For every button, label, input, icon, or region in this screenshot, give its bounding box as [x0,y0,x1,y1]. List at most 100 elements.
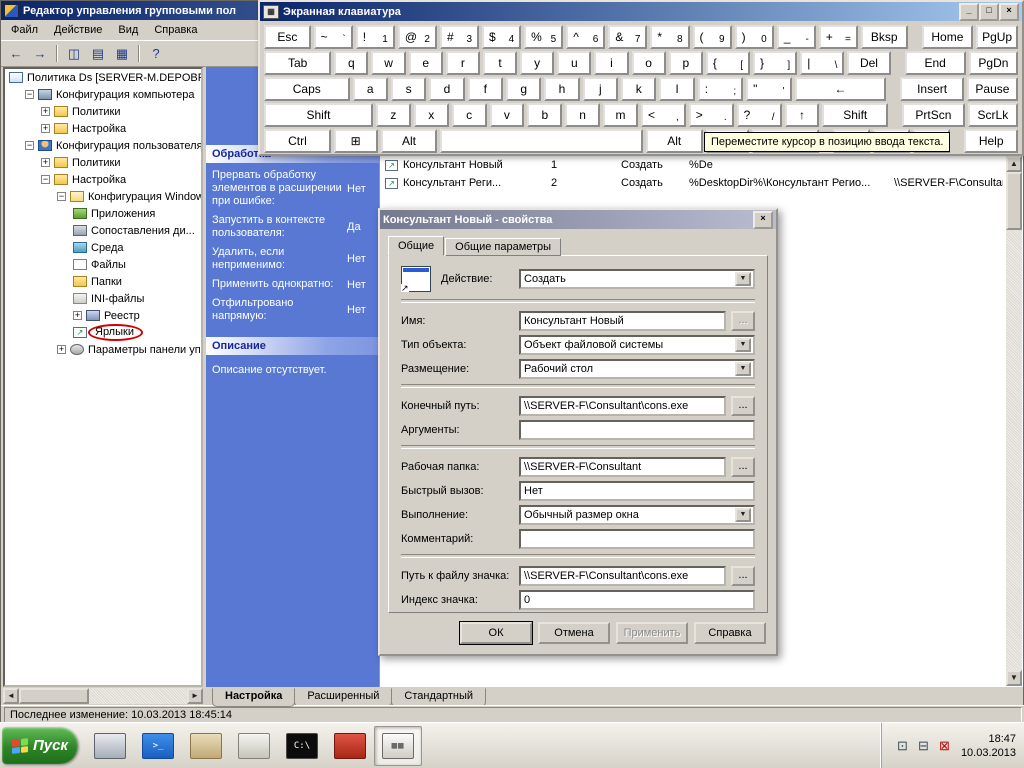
key-semicolon[interactable]: :; [698,77,743,101]
arguments-field[interactable] [519,420,755,440]
key-g[interactable]: g [506,77,541,101]
key-comma[interactable]: <, [641,103,686,127]
scrollbar-track[interactable] [1006,172,1022,670]
key-q[interactable]: q [334,51,368,75]
tree-item[interactable]: Сопоставления ди... [5,222,201,239]
key-x[interactable]: x [414,103,449,127]
tab-general-params[interactable]: Общие параметры [445,238,561,256]
key-s[interactable]: s [391,77,426,101]
key-4[interactable]: $4 [482,25,521,49]
key-backquote[interactable]: ~` [314,25,353,49]
scroll-down-button[interactable]: ▼ [1006,670,1022,686]
back-icon[interactable]: ← [5,44,27,64]
browse-button[interactable]: ... [731,566,755,586]
network-disconnected-icon[interactable]: ⊠ [936,738,953,754]
minimize-button[interactable]: _ [959,3,979,21]
keyboard-title-bar[interactable]: ▦ Экранная клавиатура _□× [260,2,1022,21]
tree-item[interactable]: −Конфигурация компьютера [5,86,201,103]
scroll-up-button[interactable]: ▲ [1006,156,1022,172]
powershell-icon[interactable]: >_ [134,726,182,766]
key-bracket-left[interactable]: {[ [706,51,750,75]
key-bracket-right[interactable]: }] [753,51,797,75]
target-path-field[interactable]: \\SERVER-F\Consultant\cons.exe [519,396,726,416]
key-y[interactable]: y [520,51,554,75]
comment-field[interactable] [519,529,755,549]
dropdown-arrow-icon[interactable]: ▼ [735,362,751,376]
collapse-icon[interactable]: − [25,141,34,150]
list-item[interactable]: ↗Консультант Новый1Создать%De [385,157,1003,173]
start-button[interactable]: Пуск [2,727,78,764]
location-field[interactable]: Рабочий стол▼ [519,359,755,379]
key-c[interactable]: c [452,103,487,127]
command-prompt-icon[interactable]: C:\ [278,726,326,766]
tree-item[interactable]: Приложения [5,205,201,222]
ok-button[interactable]: ОК [460,622,532,644]
apply-button[interactable]: Применить [616,622,688,644]
key-e[interactable]: e [409,51,443,75]
tree-scrollbar[interactable]: ◄ ► [3,688,203,704]
tree-item[interactable]: Среда [5,239,201,256]
my-computer-icon[interactable] [86,726,134,766]
key-5[interactable]: %5 [524,25,563,49]
list-scrollbar[interactable]: ▲ ▼ [1006,156,1022,686]
dropdown-arrow-icon[interactable]: ▼ [735,338,751,352]
close-button[interactable]: × [999,3,1019,21]
key-help[interactable]: Help [964,129,1018,153]
key-minus[interactable]: _- [777,25,816,49]
key-enter[interactable]: ← [795,77,887,101]
key-o[interactable]: o [632,51,666,75]
key-shift-right[interactable]: Shift [822,103,888,127]
key-arrow-up[interactable]: ↑ [785,103,820,127]
dropdown-arrow-icon[interactable]: ▼ [735,508,751,522]
expand-icon[interactable]: + [41,107,50,116]
tree-item[interactable]: −Настройка [5,171,201,188]
key-win[interactable]: ⊞ [334,129,378,153]
on-screen-keyboard-icon[interactable]: ▦▦ [374,726,422,766]
tree-item[interactable]: Папки [5,273,201,290]
key-w[interactable]: w [371,51,405,75]
icon-index-field[interactable]: 0 [519,590,755,610]
key-insert[interactable]: Insert [900,77,964,101]
action-field[interactable]: Создать▼ [519,269,755,289]
key-n[interactable]: n [565,103,600,127]
browse-button[interactable]: ... [731,396,755,416]
key-l[interactable]: l [659,77,694,101]
key-v[interactable]: v [490,103,525,127]
key-home[interactable]: Home [922,25,974,49]
key-2[interactable]: @2 [398,25,437,49]
browse-button[interactable]: ... [731,457,755,477]
expand-icon[interactable]: + [73,311,82,320]
name-field[interactable]: Консультант Новый [519,311,726,331]
tab-general[interactable]: Общие [388,236,444,256]
key-tab[interactable]: Tab [264,51,331,75]
menu-item[interactable]: Файл [3,21,46,39]
dropdown-arrow-icon[interactable]: ▼ [735,272,751,286]
key-period[interactable]: >. [689,103,734,127]
key-r[interactable]: r [446,51,480,75]
key-slash[interactable]: ?/ [737,103,782,127]
help-button[interactable]: Справка [694,622,766,644]
tree-item[interactable]: +Настройка [5,120,201,137]
tree-item[interactable]: +Политики [5,103,201,120]
tree-item[interactable]: Файлы [5,256,201,273]
expand-icon[interactable]: + [57,345,66,354]
tree-item[interactable]: ↗Ярлыки [5,324,201,341]
expand-icon[interactable]: + [41,158,50,167]
tree-scrollbar-track[interactable] [19,688,187,704]
key-9[interactable]: (9 [693,25,732,49]
key-1[interactable]: !1 [356,25,395,49]
tree-item[interactable]: +Параметры панели уп... [5,341,201,358]
key-z[interactable]: z [376,103,411,127]
run-mode-field[interactable]: Обычный размер окна▼ [519,505,755,525]
expand-icon[interactable]: + [41,124,50,133]
forward-icon[interactable]: → [29,44,51,64]
key-7[interactable]: &7 [608,25,647,49]
collapse-icon[interactable]: − [41,175,50,184]
show-console-tree-icon[interactable]: ◫ [63,44,85,64]
browse-button[interactable]: ... [731,311,755,331]
key-p[interactable]: p [669,51,703,75]
key-space[interactable] [440,129,642,153]
tree-item[interactable]: −Конфигурация пользователя [5,137,201,154]
key-backspace[interactable]: Bksp [861,25,908,49]
menu-item[interactable]: Справка [146,21,205,39]
